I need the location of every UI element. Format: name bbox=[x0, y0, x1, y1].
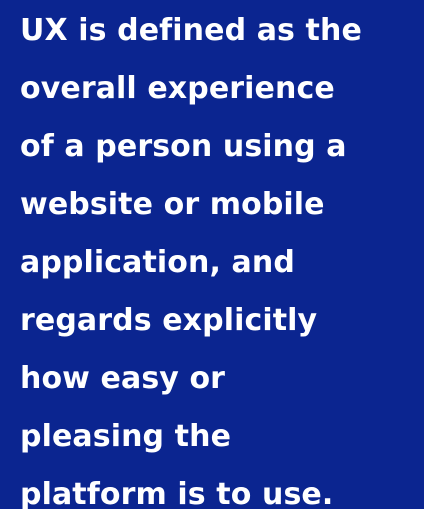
text-line: overall experience bbox=[20, 71, 335, 106]
text-line: platform is to use. bbox=[20, 477, 334, 509]
text-line: website or mobile bbox=[20, 187, 325, 222]
ux-definition-text: UX is defined as the overall experience … bbox=[20, 2, 420, 509]
text-line: application, and bbox=[20, 245, 295, 280]
text-line: pleasing the bbox=[20, 419, 232, 454]
text-line: UX is defined as the bbox=[20, 13, 362, 48]
text-line: regards explicitly bbox=[20, 303, 318, 338]
text-line: how easy or bbox=[20, 361, 226, 396]
ux-definition-panel: UX is defined as the overall experience … bbox=[0, 0, 424, 509]
text-line: of a person using a bbox=[20, 129, 347, 164]
